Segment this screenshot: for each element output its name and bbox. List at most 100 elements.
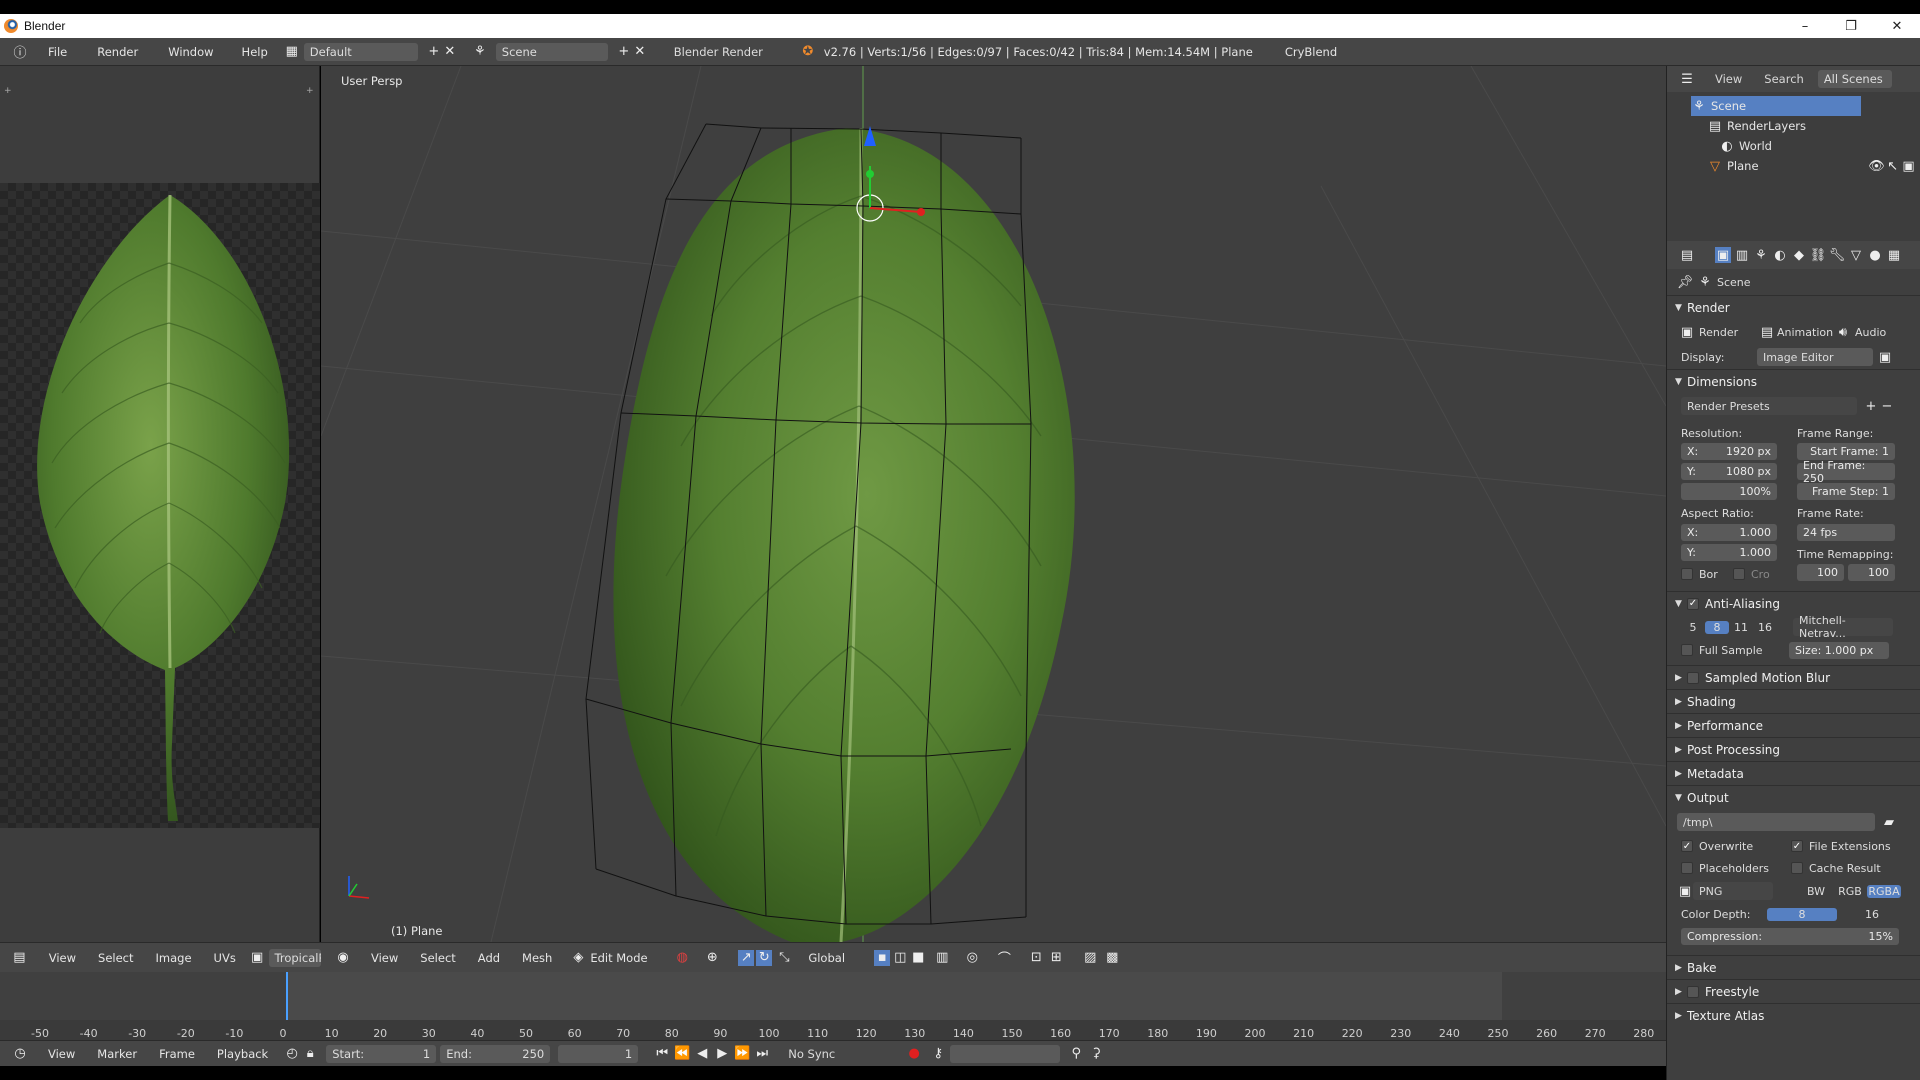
dimensions-panel-header[interactable]: ▼ Dimensions [1667, 369, 1920, 393]
uv-menu-view[interactable]: View [49, 951, 76, 965]
file-format-select[interactable]: PNG [1693, 882, 1773, 900]
edit-mode-icon[interactable]: ◈ [570, 950, 586, 966]
menu-file[interactable]: File [48, 45, 67, 59]
aa-samples-11[interactable]: 11 [1729, 621, 1753, 634]
editor-type-icon[interactable]: ▤ [12, 950, 27, 966]
transform-orientation-select[interactable]: Global [808, 951, 868, 965]
color-mode-rgb[interactable]: RGB [1833, 885, 1867, 898]
constraints-tab-icon[interactable]: ⛓ [1810, 247, 1827, 263]
vp-menu-view[interactable]: View [371, 951, 398, 965]
bake-panel-header[interactable]: ▶ Bake [1667, 955, 1920, 979]
opengl-render-icon[interactable]: ▨ [1082, 950, 1098, 966]
uv-menu-uvs[interactable]: UVs [214, 951, 236, 965]
manipulator-translate-icon[interactable]: ↗ [738, 949, 755, 966]
add-scene-button[interactable]: + [616, 44, 632, 60]
start-frame-field[interactable]: Start: 1 [326, 1044, 437, 1063]
visibility-eye-icon[interactable]: 👁︎ [1868, 158, 1885, 174]
close-button[interactable]: ✕ [1874, 14, 1920, 38]
aa-samples-5[interactable]: 5 [1681, 621, 1705, 634]
aa-samples-16[interactable]: 16 [1753, 621, 1777, 634]
proportional-edit-icon[interactable]: ◎ [964, 950, 980, 966]
end-frame-field[interactable]: End: 250 [440, 1044, 551, 1063]
uv-menu-select[interactable]: Select [98, 951, 133, 965]
tl-menu-view[interactable]: View [48, 1047, 75, 1061]
render-audio-button[interactable]: Audio [1855, 326, 1886, 339]
aa-filter-size-field[interactable]: Size: 1.000 px [1789, 641, 1889, 659]
remove-layout-button[interactable]: ✕ [442, 44, 458, 60]
aa-samples-8[interactable]: 8 [1705, 620, 1729, 634]
outliner-item-world[interactable]: ◐ World [1719, 136, 1920, 156]
keying-set-icon[interactable]: ⚷ [930, 1046, 946, 1062]
timeline-editor[interactable]: -50 -40 -30 -20 -10 0 10 20 30 40 50 60 70 80 90 100 110… [0, 972, 1666, 1050]
prev-keyframe-icon[interactable]: ⏪ [674, 1046, 690, 1062]
frame-step-property[interactable]: Frame Step: 1 [1797, 483, 1895, 500]
play-reverse-icon[interactable]: ◀ [694, 1046, 710, 1062]
mode-select[interactable]: Edit Mode [590, 951, 670, 965]
properties-editor[interactable]: ▤ ▣ ▥ ⚘ ◐ ◆ ⛓ 🔧︎ ▽ ● ▦ 📌︎ ⚘ Scene ▼ Rende… [1666, 241, 1920, 1080]
outliner[interactable]: ☰ View Search All Scenes ⚘ Scene ▤ Rende… [1666, 66, 1920, 241]
render-camera-icon[interactable]: ▣ [1901, 158, 1917, 174]
world-tab-icon[interactable]: ◐ [1772, 247, 1788, 263]
jump-end-icon[interactable]: ⏭ [754, 1046, 770, 1062]
face-select-icon[interactable]: ■ [910, 950, 926, 966]
image-name-field[interactable]: TropicalPl [268, 948, 321, 967]
keying-set-field[interactable] [950, 1044, 1061, 1063]
timeline-editor-icon[interactable]: ◷ [12, 1046, 28, 1062]
compression-slider[interactable]: Compression: 15% [1681, 927, 1899, 945]
maximize-button[interactable]: ❐ [1828, 14, 1874, 38]
next-keyframe-icon[interactable]: ⏩ [734, 1046, 750, 1062]
snap-element-icon[interactable]: ⊞ [1048, 950, 1064, 966]
output-panel-header[interactable]: ▼ Output [1667, 785, 1920, 809]
current-frame-field[interactable]: 1 [558, 1044, 639, 1063]
remap-old-field[interactable]: 100 [1797, 564, 1844, 581]
cache-result-checkbox[interactable] [1791, 862, 1803, 874]
color-mode-bw[interactable]: BW [1799, 885, 1833, 898]
outliner-item-plane[interactable]: ▽ Plane 👁︎ ↖ ▣ [1707, 156, 1920, 176]
viewport-editor-type-icon[interactable]: ◉ [335, 950, 351, 966]
start-frame-property[interactable]: Start Frame: 1 [1797, 443, 1895, 460]
render-animation-button[interactable]: Animation [1777, 326, 1835, 339]
render-presets-select[interactable]: Render Presets [1681, 397, 1857, 415]
texture-atlas-panel-header[interactable]: ▶ Texture Atlas [1667, 1003, 1920, 1027]
post-processing-panel-header[interactable]: ▶ Post Processing [1667, 737, 1920, 761]
outliner-menu-view[interactable]: View [1715, 72, 1742, 86]
outliner-display-mode[interactable]: All Scenes [1817, 70, 1892, 88]
remove-preset-button[interactable]: − [1879, 398, 1895, 414]
anti-aliasing-checkbox[interactable]: ✓ [1687, 597, 1699, 610]
cryblend-menu[interactable]: CryBlend [1285, 45, 1337, 59]
edge-select-icon[interactable]: ◫ [892, 950, 908, 966]
screen-layout-field[interactable]: Default [303, 42, 418, 61]
sync-mode-select[interactable]: No Sync [782, 1044, 893, 1063]
remove-scene-button[interactable]: ✕ [632, 44, 648, 60]
lock-interface-icon[interactable]: ▣ [1877, 349, 1893, 365]
aspect-x-field[interactable]: X: 1.000 [1681, 524, 1777, 541]
menu-render[interactable]: Render [97, 45, 138, 59]
region-expand-right-icon[interactable]: + [306, 86, 314, 96]
play-icon[interactable]: ▶ [714, 1046, 730, 1062]
motion-blur-checkbox[interactable] [1687, 671, 1699, 684]
color-depth-16[interactable]: 16 [1837, 908, 1907, 921]
outliner-item-renderlayers[interactable]: ▤ RenderLayers [1707, 116, 1920, 136]
region-expand-icon[interactable]: + [4, 86, 12, 96]
resolution-x-field[interactable]: X: 1920 px [1681, 443, 1777, 460]
performance-panel-header[interactable]: ▶ Performance [1667, 713, 1920, 737]
info-editor-icon[interactable]: ⓘ [12, 44, 28, 61]
properties-editor-icon[interactable]: ▤ [1679, 247, 1695, 263]
color-depth-8[interactable]: 8 [1767, 907, 1837, 921]
shading-mode-icon[interactable]: ◍ [674, 950, 690, 966]
limit-selection-icon[interactable]: ▥ [934, 950, 950, 966]
full-sample-checkbox[interactable] [1681, 644, 1693, 656]
shading-panel-header[interactable]: ▶ Shading [1667, 689, 1920, 713]
record-icon[interactable]: ● [906, 1046, 922, 1062]
end-frame-property[interactable]: End Frame: 250 [1797, 459, 1895, 485]
material-tab-icon[interactable]: ● [1867, 247, 1883, 263]
insert-keyframe-icon[interactable]: ⚲ [1068, 1046, 1084, 1062]
jump-start-icon[interactable]: ⏮ [654, 1046, 670, 1062]
delete-keyframe-icon[interactable]: ⚳ [1088, 1046, 1104, 1062]
outliner-item-scene[interactable]: ⚘ Scene [1691, 96, 1861, 116]
preview-range-icon[interactable]: ◴ [284, 1046, 300, 1062]
render-animation-icon[interactable]: ▩ [1104, 950, 1120, 966]
manipulator-scale-icon[interactable]: ⤡ [776, 950, 792, 966]
uv-image-editor[interactable]: + + [0, 66, 320, 942]
border-checkbox[interactable] [1681, 568, 1693, 580]
